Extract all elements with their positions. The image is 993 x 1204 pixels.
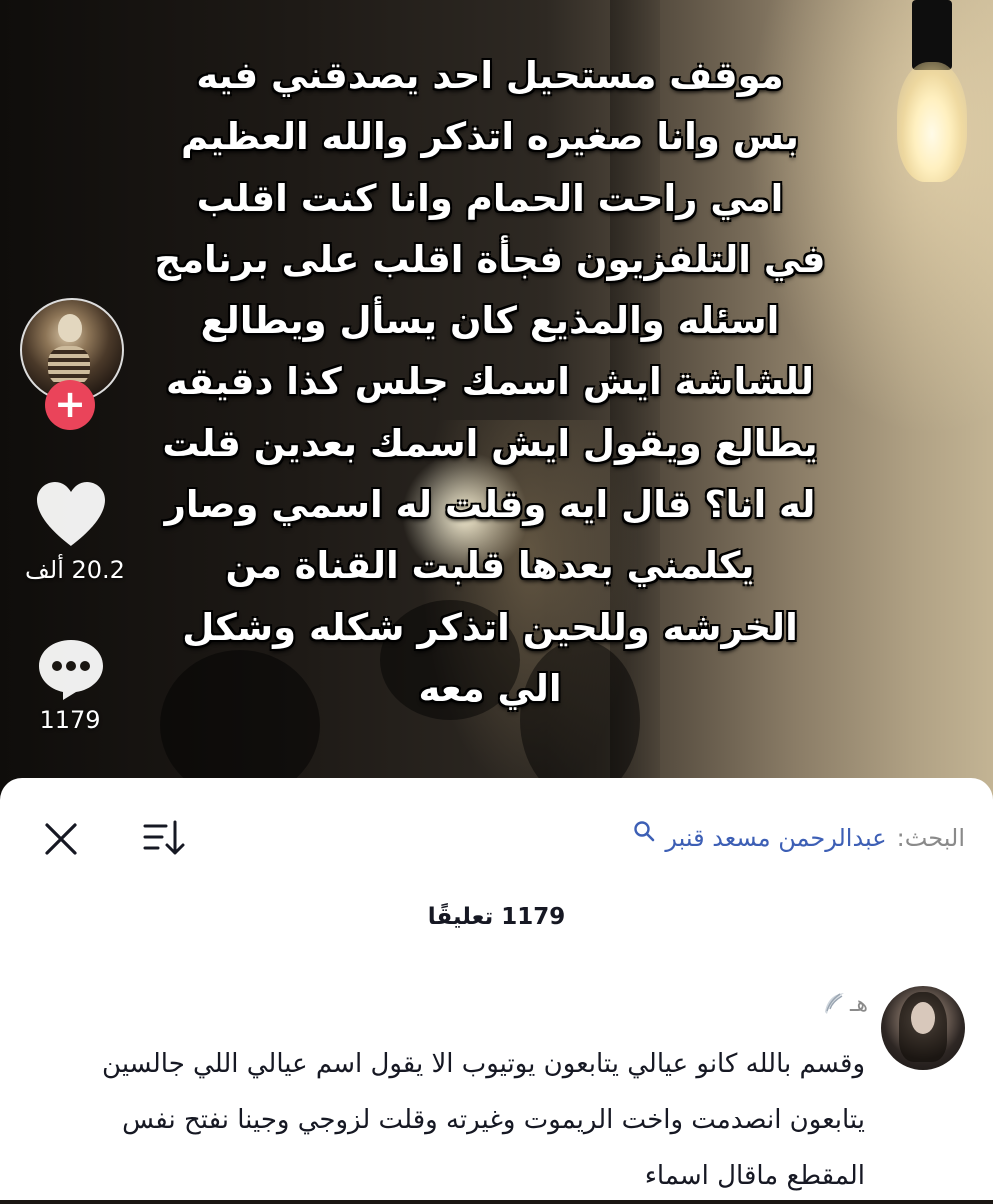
comment-icon[interactable] — [36, 637, 106, 701]
caption-line: الخرشه وللحين اتذكر شكله وشكل — [182, 605, 798, 649]
caption-line: موقف مستحيل احد يصدقني فيه — [196, 54, 784, 97]
heart-icon[interactable] — [33, 480, 109, 548]
commenter-name[interactable]: هـ — [820, 990, 868, 1018]
avatar-face — [911, 1002, 935, 1034]
caption-line: الي معه — [418, 666, 562, 710]
caption-line: امي راحت الحمام وانا كنت اقلب — [196, 176, 784, 220]
sort-icon[interactable] — [142, 818, 186, 858]
follow-button[interactable]: + — [45, 380, 95, 430]
caption-line: بس وانا صغيره اتذكر والله العظيم — [181, 115, 799, 159]
comment-text: وقسم بالله كانو عيالي يتابعون يوتيوب الا… — [25, 1036, 865, 1204]
search-label: البحث: — [896, 824, 965, 852]
commenter-avatar[interactable] — [881, 986, 965, 1070]
close-icon[interactable] — [42, 820, 80, 858]
caption-line: يطالع ويقول ايش اسمك بعدين قلت — [162, 421, 818, 465]
caption-line: له انا؟ قال ايه وقلت له اسمي وصار — [164, 483, 816, 527]
like-count: 20.2 ألف — [25, 556, 125, 584]
angel-wing-icon — [824, 993, 844, 1014]
search-icon — [634, 821, 655, 842]
video-player[interactable]: موقف مستحيل احد يصدقني فيه بس وانا صغيره… — [0, 0, 993, 800]
comment-line: وقسم بالله كانو عيالي يتابعون يوتيوب الا… — [102, 1049, 865, 1079]
skull-figure — [58, 314, 82, 342]
caption-line: في التلفزيون فجأة اقلب على برنامج — [154, 237, 826, 281]
comments-count-title: 1179 تعليقًا — [427, 904, 566, 930]
search-query[interactable]: البحث: عبدالرحمن مسعد قنبر — [633, 816, 965, 860]
video-caption: موقف مستحيل احد يصدقني فيه بس وانا صغيره… — [150, 45, 830, 719]
comment-line: المقطع ماقال اسماء — [644, 1161, 865, 1191]
caption-line: يكلمني بعدها قلبت القناة من — [225, 544, 755, 588]
caption-line: اسئله والمذيع كان يسأل ويطالع — [200, 299, 780, 343]
username-text: هـ — [849, 991, 868, 1017]
comment-count: 1179 — [39, 706, 101, 734]
light-bulb — [897, 62, 967, 182]
caption-line: للشاشة ايش اسمك جلس كذا دقيقه — [165, 360, 814, 404]
lamp-socket — [912, 0, 952, 70]
comment-line: يتابعون انصدمت واخت الريموت وغيرته وقلت … — [122, 1105, 865, 1135]
search-term-link[interactable]: عبدالرحمن مسعد قنبر — [665, 824, 886, 852]
